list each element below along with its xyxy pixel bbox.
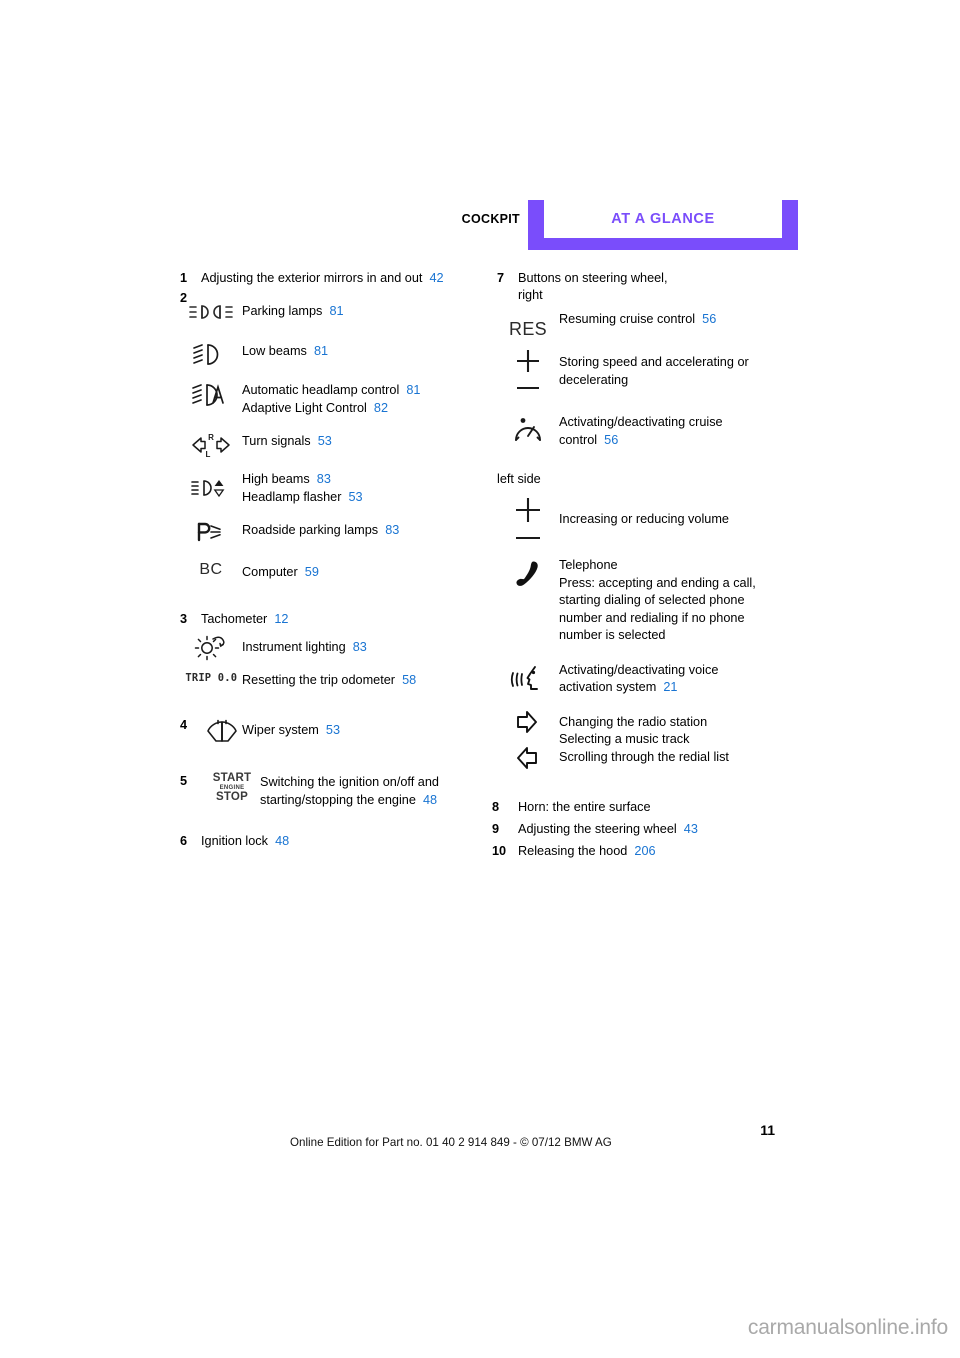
- item-number: 4: [180, 718, 188, 732]
- sub-item-text: Activating/deactivating voice activation…: [559, 662, 719, 695]
- sub-item-text: Low beams 81: [242, 344, 329, 358]
- svg-text:R: R: [208, 433, 214, 442]
- start-stop-engine-icon: START ENGINE STOP: [201, 772, 263, 803]
- list-item-7: 7 Buttons on steering wheel, right: [497, 270, 827, 304]
- sub-item-radio-arrows: Changing the radio station Selecting a m…: [497, 710, 827, 769]
- stop-text: STOP: [216, 791, 248, 803]
- header-at-a-glance-label: AT A GLANCE: [611, 211, 715, 227]
- left-column: 1 Adjusting the exterior mirrors in and …: [180, 270, 490, 850]
- sub-item-text: Switching the ignition on/off and starti…: [260, 775, 439, 807]
- sub-item-low-beams: Low beams 81: [180, 342, 490, 368]
- bc-icon-text: BC: [199, 561, 223, 578]
- start-text: START: [212, 772, 252, 784]
- high-beams-icon: [180, 476, 242, 500]
- item-label-line2: right: [518, 288, 543, 302]
- watermark-label: carmanualsonline.info: [747, 1316, 948, 1339]
- item-label: Buttons on steering wheel, right: [518, 270, 668, 304]
- sub-item-text: Telephone Press: accepting and ending a …: [559, 558, 756, 642]
- item-label: Horn: the entire surface: [518, 799, 651, 814]
- item-label: Releasing the hood 206: [518, 843, 656, 858]
- list-item-10: 10 Releasing the hood 206: [492, 843, 827, 860]
- plus-minus-rocker-icon: [497, 345, 559, 397]
- start-stop-icon-text: START ENGINE STOP: [212, 772, 252, 803]
- sub-item-text: Wiper system 53: [242, 723, 341, 737]
- item-number: 6: [180, 834, 188, 848]
- list-item-1: 1 Adjusting the exterior mirrors in and …: [180, 270, 490, 287]
- res-button-icon: RES: [497, 310, 559, 340]
- item-label: Tachometer 12: [201, 611, 289, 626]
- sub-item-text: Instrument lighting 83: [242, 639, 367, 654]
- low-beams-icon: [180, 342, 242, 368]
- item-label-line1: Buttons on steering wheel,: [518, 271, 668, 285]
- volume-plus-minus-icon: [497, 492, 559, 546]
- arrow-right-left-icon: [497, 710, 559, 769]
- sub-item-text: Computer 59: [242, 565, 319, 579]
- sub-item-storing-speed: Storing speed and accelerating or decele…: [497, 345, 827, 397]
- telephone-icon: [497, 556, 559, 592]
- page-ref: 42: [429, 271, 444, 285]
- sub-item-computer: BC Computer 59: [180, 561, 490, 582]
- sub-item-text: Storing speed and accelerating or decele…: [559, 355, 749, 387]
- manual-page: AT A GLANCE COCKPIT 1 Adjusting the exte…: [0, 0, 960, 1358]
- sub-item-roadside-parking-lamps: Roadside parking lamps 83: [180, 521, 490, 543]
- sub-item-trip-odometer: TRIP 0.0 Resetting the trip odometer 58: [180, 671, 490, 690]
- res-icon-text: RES: [509, 319, 547, 339]
- header-cockpit-label: COCKPIT: [461, 212, 520, 226]
- parking-lamps-icon: [180, 302, 242, 322]
- item-number: 7: [497, 271, 505, 285]
- turn-signals-icon: R L: [180, 432, 242, 458]
- sub-item-cruise-control: Activating/deactivating cruise control 5…: [497, 413, 827, 449]
- page-header: AT A GLANCE COCKPIT: [462, 200, 798, 250]
- item-number: 3: [180, 611, 188, 626]
- automatic-headlamp-control-icon: [180, 381, 242, 409]
- svg-text:L: L: [206, 450, 211, 458]
- trip-icon-text: TRIP 0.0: [185, 670, 237, 684]
- voice-activation-icon: [497, 663, 559, 695]
- sub-item-text: High beams 83 Headlamp flasher 53: [242, 472, 363, 504]
- sub-item-text: Resuming cruise control 56: [559, 312, 717, 326]
- list-item-9: 9 Adjusting the steering wheel 43: [492, 821, 827, 838]
- item-number: 1: [180, 271, 188, 285]
- item-label: Adjusting the steering wheel 43: [518, 821, 698, 836]
- sub-item-resume-cruise-control: RES Resuming cruise control 56: [497, 310, 827, 340]
- sub-item-text: Resetting the trip odometer 58: [242, 672, 417, 687]
- edition-footer-line: Online Edition for Part no. 01 40 2 914 …: [290, 1136, 612, 1149]
- item-number: 8: [492, 799, 500, 814]
- right-column: 7 Buttons on steering wheel, right RES R…: [492, 270, 827, 860]
- sub-item-text: Changing the radio station Selecting a m…: [559, 714, 729, 764]
- sub-item-voice-activation: Activating/deactivating voice activation…: [497, 661, 827, 697]
- item-number: 5: [180, 774, 188, 788]
- sub-item-text: Roadside parking lamps 83: [242, 523, 400, 537]
- sub-item-high-beams: High beams 83 Headlamp flasher 53: [180, 470, 490, 506]
- sub-item-text: Turn signals 53: [242, 434, 332, 448]
- list-item-5: 5 START ENGINE STOP Switching the igniti…: [180, 772, 490, 809]
- sub-item-text: Parking lamps 81: [242, 304, 344, 318]
- sub-item-automatic-headlamp-control: Automatic headlamp control 81 Adaptive L…: [180, 381, 490, 417]
- sub-item-volume: Increasing or reducing volume: [497, 492, 827, 546]
- list-item-8: 8 Horn: the entire surface: [492, 799, 827, 816]
- sub-item-text: Increasing or reducing volume: [559, 511, 729, 526]
- item-number: 9: [492, 821, 500, 836]
- page-number: 11: [760, 1122, 775, 1138]
- list-item-3: 3 Tachometer 12: [180, 611, 490, 628]
- instrument-lighting-icon: [180, 632, 242, 662]
- roadside-parking-lamps-icon: [180, 521, 242, 543]
- sub-item-text: Activating/deactivating cruise control 5…: [559, 415, 723, 447]
- left-side-label: left side: [497, 472, 541, 486]
- list-item-6: 6 Ignition lock 48: [180, 833, 490, 850]
- item-number: 10: [492, 843, 507, 858]
- sub-item-telephone: Telephone Press: accepting and ending a …: [497, 556, 827, 645]
- cruise-control-icon: [497, 416, 559, 446]
- item-text: Adjusting the exterior mirrors in and ou…: [201, 271, 423, 285]
- sub-item-instrument-lighting: Instrument lighting 83: [180, 632, 490, 662]
- item-label: Adjusting the exterior mirrors in and ou…: [201, 270, 444, 287]
- sub-item-turn-signals: R L Turn signals 53: [180, 432, 490, 458]
- sub-item-text: Automatic headlamp control 81 Adaptive L…: [242, 383, 421, 415]
- sub-item-parking-lamps: Parking lamps 81: [180, 302, 490, 322]
- item-label: Ignition lock 48: [201, 834, 290, 848]
- wiper-system-icon: [201, 717, 242, 745]
- computer-bc-icon: BC: [180, 561, 242, 579]
- trip-odometer-icon: TRIP 0.0: [180, 671, 242, 684]
- list-item-4: 4 Wiper system 53: [180, 717, 490, 745]
